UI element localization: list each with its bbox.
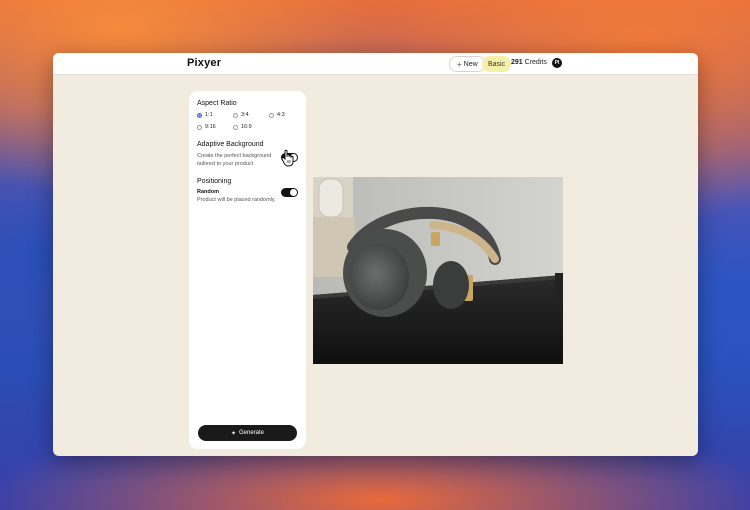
random-toggle[interactable]	[281, 188, 298, 197]
description-line: Create the perfect background	[197, 153, 272, 159]
plan-badge[interactable]: Basic	[482, 56, 512, 72]
app-window: Pixyer + New Basic 291 Credits PI Aspect…	[53, 53, 698, 456]
random-label: Random	[197, 189, 219, 195]
aspect-option-4-3[interactable]: 4:3	[269, 112, 285, 118]
product-image	[313, 177, 563, 364]
aspect-option-label: 1:1	[205, 112, 213, 118]
adaptive-background-description: Create the perfect background tailored t…	[197, 153, 271, 168]
aspect-option-label: 16:9	[241, 124, 252, 130]
adaptive-background-title: Adaptive Background	[197, 141, 264, 148]
aspect-option-3-4[interactable]: 3:4	[233, 112, 249, 118]
credits-display: 291 Credits	[511, 59, 547, 66]
credits-count: 291	[511, 59, 523, 66]
hand-cursor-icon	[281, 149, 294, 167]
sparkle-icon: ✦	[230, 430, 236, 437]
random-description: Product will be placed randomly.	[197, 197, 276, 203]
avatar[interactable]: PI	[552, 58, 562, 68]
aspect-option-9-16[interactable]: 9:16	[197, 124, 216, 130]
aspect-option-label: 4:3	[277, 112, 285, 118]
generate-button[interactable]: ✦ Generate	[198, 425, 297, 441]
credits-label: Credits	[524, 59, 547, 66]
radio-dot	[197, 112, 202, 118]
positioning-title: Positioning	[197, 178, 232, 185]
description-line: tailored to your product	[197, 160, 254, 167]
plus-icon: +	[457, 59, 462, 69]
aspect-option-label: 9:16	[205, 124, 216, 130]
settings-panel: Aspect Ratio 1:1 3:4 4:3 9:16 16:9 Adapt…	[189, 91, 306, 449]
toggle-knob	[290, 189, 297, 196]
headphones-photo	[313, 177, 563, 364]
aspect-option-16-9[interactable]: 16:9	[233, 124, 252, 130]
aspect-ratio-title: Aspect Ratio	[197, 100, 237, 107]
aspect-option-1-1[interactable]: 1:1	[197, 112, 213, 118]
radio-dot	[269, 112, 274, 118]
top-bar: Pixyer + New Basic 291 Credits PI	[53, 53, 698, 75]
radio-dot	[233, 124, 238, 130]
new-button-label: New	[463, 60, 478, 68]
aspect-option-label: 3:4	[241, 112, 249, 118]
radio-dot	[197, 124, 202, 130]
generate-button-label: Generate	[239, 430, 265, 436]
radio-dot	[233, 112, 238, 118]
new-button[interactable]: + New	[449, 56, 486, 72]
logo[interactable]: Pixyer	[187, 57, 221, 69]
